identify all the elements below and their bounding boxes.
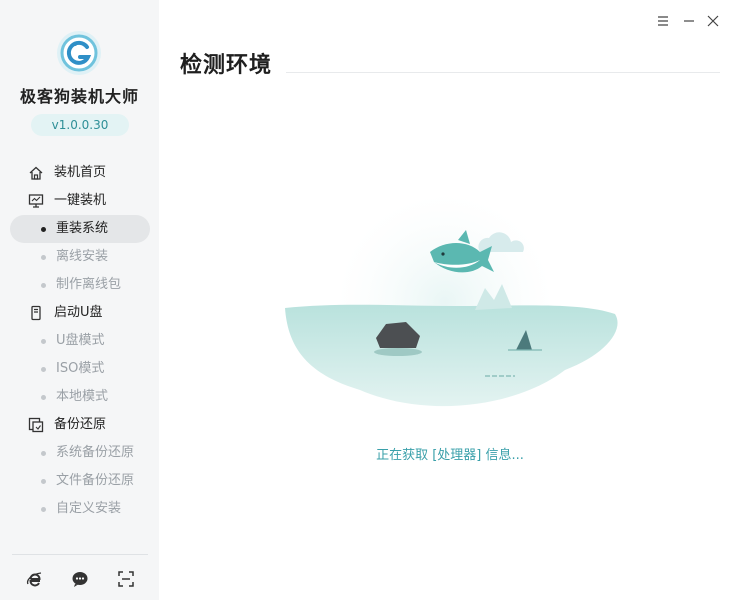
sidebar-item-offline-install[interactable]: 离线安装 xyxy=(10,243,150,271)
sidebar-item-backup-restore[interactable]: 备份还原 xyxy=(10,411,150,439)
sidebar-item-label: 本地模式 xyxy=(56,389,109,404)
sidebar-item-label: 备份还原 xyxy=(54,417,107,432)
usb-icon xyxy=(31,305,41,321)
bullet-icon xyxy=(41,507,46,512)
backup-icon xyxy=(28,417,44,433)
sidebar-item-label: 自定义安装 xyxy=(56,501,122,516)
sidebar-item-label: 制作离线包 xyxy=(56,277,122,292)
app-logo-icon xyxy=(57,31,101,75)
sidebar-item-usb-mode[interactable]: U盘模式 xyxy=(10,327,150,355)
home-icon xyxy=(29,166,43,180)
sidebar-item-home[interactable]: 装机首页 xyxy=(10,159,150,187)
bullet-icon xyxy=(41,451,46,456)
sidebar-item-label: 离线安装 xyxy=(56,249,109,264)
bullet-icon xyxy=(41,227,46,232)
sidebar-item-label: 启动U盘 xyxy=(54,305,103,320)
app-name: 极客狗装机大师 xyxy=(19,87,139,106)
sidebar-nav: 装机首页 一键装机 重装系统 离线安装 制作离线包 启动U盘 U盘模式 ISO模… xyxy=(10,159,150,523)
sidebar-item-label: 系统备份还原 xyxy=(56,445,135,460)
sidebar-item-label: U盘模式 xyxy=(56,333,105,348)
menu-icon[interactable] xyxy=(656,14,670,28)
bullet-icon xyxy=(41,479,46,484)
bullet-icon xyxy=(41,283,46,288)
close-icon[interactable] xyxy=(706,14,720,28)
page-title: 检测环境 xyxy=(180,53,273,78)
minimize-icon[interactable] xyxy=(682,14,696,28)
bullet-icon xyxy=(41,367,46,372)
sidebar-item-local-mode[interactable]: 本地模式 xyxy=(10,383,150,411)
monitor-icon xyxy=(28,194,44,208)
sidebar: 极客狗装机大师 v1.0.0.30 装机首页 一键装机 重装系统 离线安装 制作… xyxy=(0,0,159,600)
status-text: 正在获取 [处理器] 信息... xyxy=(376,448,524,463)
detecting-illustration xyxy=(285,194,618,410)
sidebar-item-reinstall-system[interactable]: 重装系统 xyxy=(10,215,150,243)
sidebar-item-label: 一键装机 xyxy=(54,193,107,208)
sidebar-item-one-click-install[interactable]: 一键装机 xyxy=(10,187,150,215)
chat-icon[interactable] xyxy=(71,570,89,588)
browser-icon[interactable] xyxy=(26,570,44,588)
sidebar-item-boot-usb[interactable]: 启动U盘 xyxy=(10,299,150,327)
sidebar-item-label: 重装系统 xyxy=(56,221,109,236)
sidebar-item-label: ISO模式 xyxy=(56,361,105,376)
sidebar-item-file-backup[interactable]: 文件备份还原 xyxy=(10,467,150,495)
title-divider xyxy=(286,72,720,73)
bullet-icon xyxy=(41,395,46,400)
sidebar-item-iso-mode[interactable]: ISO模式 xyxy=(10,355,150,383)
screenshot-icon[interactable] xyxy=(117,570,135,588)
version-badge: v1.0.0.30 xyxy=(31,114,129,136)
bullet-icon xyxy=(41,255,46,260)
sidebar-divider xyxy=(12,554,148,555)
sidebar-item-label: 文件备份还原 xyxy=(56,473,135,488)
sidebar-item-system-backup[interactable]: 系统备份还原 xyxy=(10,439,150,467)
app-window: 极客狗装机大师 v1.0.0.30 装机首页 一键装机 重装系统 离线安装 制作… xyxy=(0,0,740,600)
sidebar-item-label: 装机首页 xyxy=(54,165,107,180)
bullet-icon xyxy=(41,339,46,344)
sidebar-item-make-offline-package[interactable]: 制作离线包 xyxy=(10,271,150,299)
sidebar-item-custom-install[interactable]: 自定义安装 xyxy=(10,495,150,523)
